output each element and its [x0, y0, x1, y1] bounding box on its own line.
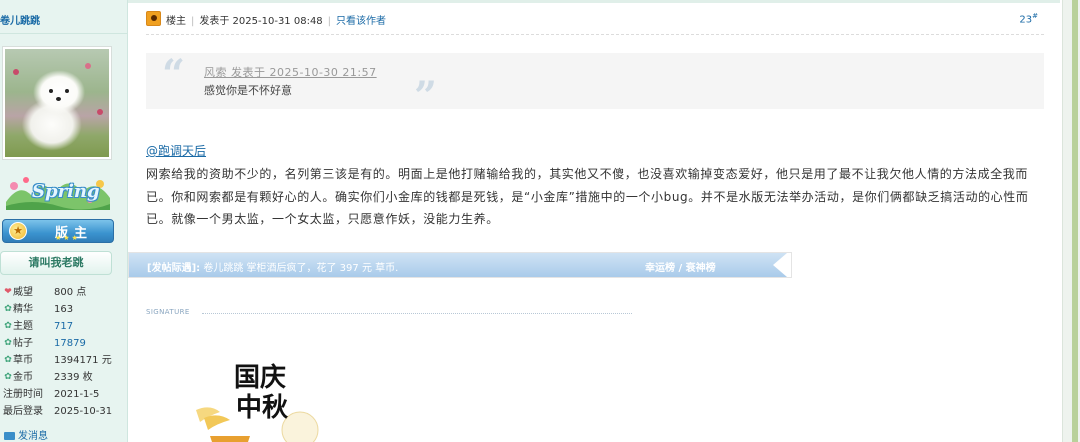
reward-message: [发帖际遇]: 卷儿跳跳 掌柜酒后疯了，花了 397 元 草币. — [147, 259, 398, 274]
stat-label: 帖子 — [13, 338, 33, 349]
only-author-link[interactable]: 只看该作者 — [336, 16, 386, 27]
floor-number: 23 — [1019, 14, 1033, 26]
send-message-link[interactable]: 发消息 — [4, 427, 48, 442]
avatar[interactable] — [2, 46, 112, 160]
stat-row: ✿ 草币 1394171 元 — [0, 352, 128, 369]
owner-tag: 楼主 — [166, 16, 186, 27]
post-time: 发表于 2025-10-31 08:48 — [199, 16, 323, 27]
spring-medal: Spring — [2, 172, 114, 212]
heart-icon: ❤ — [4, 287, 12, 297]
call-me-button[interactable]: 请叫我老跳 — [0, 251, 112, 275]
thread-owner-icon — [146, 11, 161, 26]
rank-stars-icon: ★★★ — [55, 234, 80, 242]
festival-art-text-top: 国庆中秋 — [234, 362, 289, 423]
spring-medal-label: Spring — [32, 181, 100, 202]
stat-label: 主题 — [13, 321, 33, 332]
signature-divider — [202, 313, 632, 314]
post-reward-bar: [发帖际遇]: 卷儿跳跳 掌柜酒后疯了，花了 397 元 草币. 幸运榜 / 衰… — [128, 252, 792, 278]
signature-label: SIGNATURE — [146, 308, 190, 316]
avatar-image — [5, 49, 109, 157]
post-meta: 楼主 | 发表于 2025-10-31 08:48 | 只看该作者 — [166, 16, 387, 27]
top-accent — [128, 0, 1060, 3]
post-header: 楼主 | 发表于 2025-10-31 08:48 | 只看该作者 23# — [146, 9, 1044, 31]
stat-value: 2021-1-5 — [54, 389, 100, 400]
close-quote-icon: ” — [414, 73, 438, 120]
stat-value: 163 — [54, 304, 74, 315]
stat-label: 草币 — [13, 355, 33, 366]
ranking-links[interactable]: 幸运榜 / 衰神榜 — [645, 259, 716, 274]
username-link[interactable]: 卷儿跳跳 — [0, 12, 40, 27]
quote-block: “ 风索 发表于 2025-10-30 21:57 感觉你是不怀好意 ” — [146, 51, 1044, 119]
reward-prefix: [发帖际遇]: — [147, 263, 201, 274]
stat-value: 800 点 — [54, 287, 87, 298]
stat-label: 威望 — [13, 287, 33, 298]
page-right-rail — [1062, 0, 1080, 442]
stat-row: ✿ 主题 717 — [0, 318, 128, 335]
posts-count-link[interactable]: 17879 — [54, 335, 86, 352]
moderator-badge: ★ 版主 ★★★ — [2, 219, 114, 243]
stat-label: 精华 — [13, 304, 33, 315]
stat-label: 最后登录 — [3, 406, 43, 417]
stat-row: 注册时间 2021-1-5 — [0, 386, 128, 403]
leaf-icon: ✿ — [4, 338, 12, 348]
stat-row: ✿ 金币 2339 枚 — [0, 369, 128, 386]
stat-value: 2025-10-31 — [54, 406, 113, 417]
envelope-icon — [4, 432, 15, 440]
stat-label: 金币 — [13, 372, 33, 383]
stat-value: 1394171 元 — [54, 355, 112, 366]
post-content: 网索给我的资助不少的，名列第三该是有的。明面上是他打赌输给我的，其实他又不傻，也… — [146, 167, 1029, 226]
stat-row: ✿ 帖子 17879 — [0, 335, 128, 352]
quote-text: 感觉你是不怀好意 — [204, 84, 292, 97]
leaf-icon: ✿ — [4, 355, 12, 365]
quote-author-link[interactable]: 风索 发表于 2025-10-30 21:57 — [204, 64, 377, 80]
open-quote-icon: “ — [162, 51, 186, 98]
signature-image: 国庆中秋 — [190, 360, 330, 442]
send-message-label: 发消息 — [18, 431, 48, 442]
stat-row: 最后登录 2025-10-31 — [0, 403, 128, 420]
stat-label: 注册时间 — [3, 389, 43, 400]
floor-mark: # — [1032, 12, 1038, 20]
stat-value: 2339 枚 — [54, 372, 93, 383]
stat-row: ❤ 威望 800 点 — [0, 284, 128, 301]
reward-detail: 卷儿跳跳 掌柜酒后疯了，花了 397 元 草币. — [203, 263, 399, 274]
divider — [0, 33, 128, 34]
festival-art: 国庆中秋 — [196, 362, 319, 442]
reward-bar-notch — [773, 253, 787, 277]
mention-link[interactable]: @跑调天后 — [146, 142, 206, 159]
leaf-icon: ✿ — [4, 372, 12, 382]
stat-row: ✿ 精华 163 — [0, 301, 128, 318]
floor-number-link[interactable]: 23# — [1019, 12, 1038, 25]
star-icon: ★ — [9, 222, 27, 240]
header-divider — [146, 34, 1044, 35]
leaf-icon: ✿ — [4, 304, 12, 314]
user-stats: ❤ 威望 800 点 ✿ 精华 163 ✿ 主题 717 ✿ 帖子 17879 … — [0, 284, 128, 420]
user-sidebar: 卷儿跳跳 Spring ★ 版主 ★★★ 请叫我老跳 ❤ 威望 800 点 ✿ … — [0, 0, 128, 442]
leaf-icon: ✿ — [4, 321, 12, 331]
threads-count-link[interactable]: 717 — [54, 318, 73, 335]
